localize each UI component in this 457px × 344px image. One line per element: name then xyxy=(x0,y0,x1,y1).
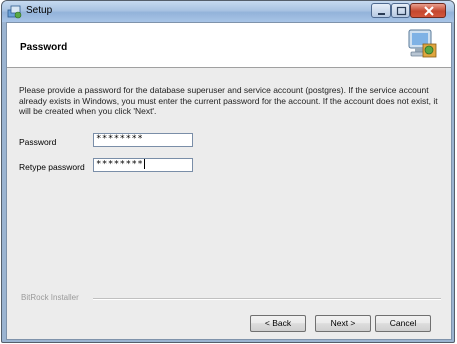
page-title: Password xyxy=(20,42,68,53)
wizard-header: Password xyxy=(7,23,451,68)
installer-brand: BitRock Installer xyxy=(21,293,79,302)
maximize-icon xyxy=(396,6,407,16)
password-label: Password xyxy=(19,137,57,147)
setup-window: Setup Password Please provide a password… xyxy=(1,0,455,343)
computer-install-icon xyxy=(408,29,437,58)
next-button[interactable]: Next > xyxy=(315,315,371,332)
maximize-button[interactable] xyxy=(391,3,410,18)
cancel-button[interactable]: Cancel xyxy=(375,315,431,332)
title-bar[interactable]: Setup xyxy=(2,1,454,22)
footer-divider xyxy=(93,298,441,300)
password-value: ******** xyxy=(96,134,144,144)
close-button[interactable] xyxy=(410,3,446,18)
text-caret xyxy=(144,159,146,169)
retype-password-label: Retype password xyxy=(19,162,85,172)
minimize-button[interactable] xyxy=(371,3,391,18)
wizard-body: Password Please provide a password for t… xyxy=(6,22,452,340)
window-title: Setup xyxy=(26,5,53,16)
minimize-icon xyxy=(378,13,385,15)
close-icon xyxy=(424,6,434,16)
password-field[interactable]: ******** xyxy=(93,133,193,147)
retype-password-value: ******** xyxy=(96,159,144,170)
back-button[interactable]: < Back xyxy=(250,315,306,332)
setup-app-icon xyxy=(7,5,22,19)
description-text: Please provide a password for the databa… xyxy=(19,85,438,116)
retype-password-field[interactable]: ******** xyxy=(93,158,193,172)
